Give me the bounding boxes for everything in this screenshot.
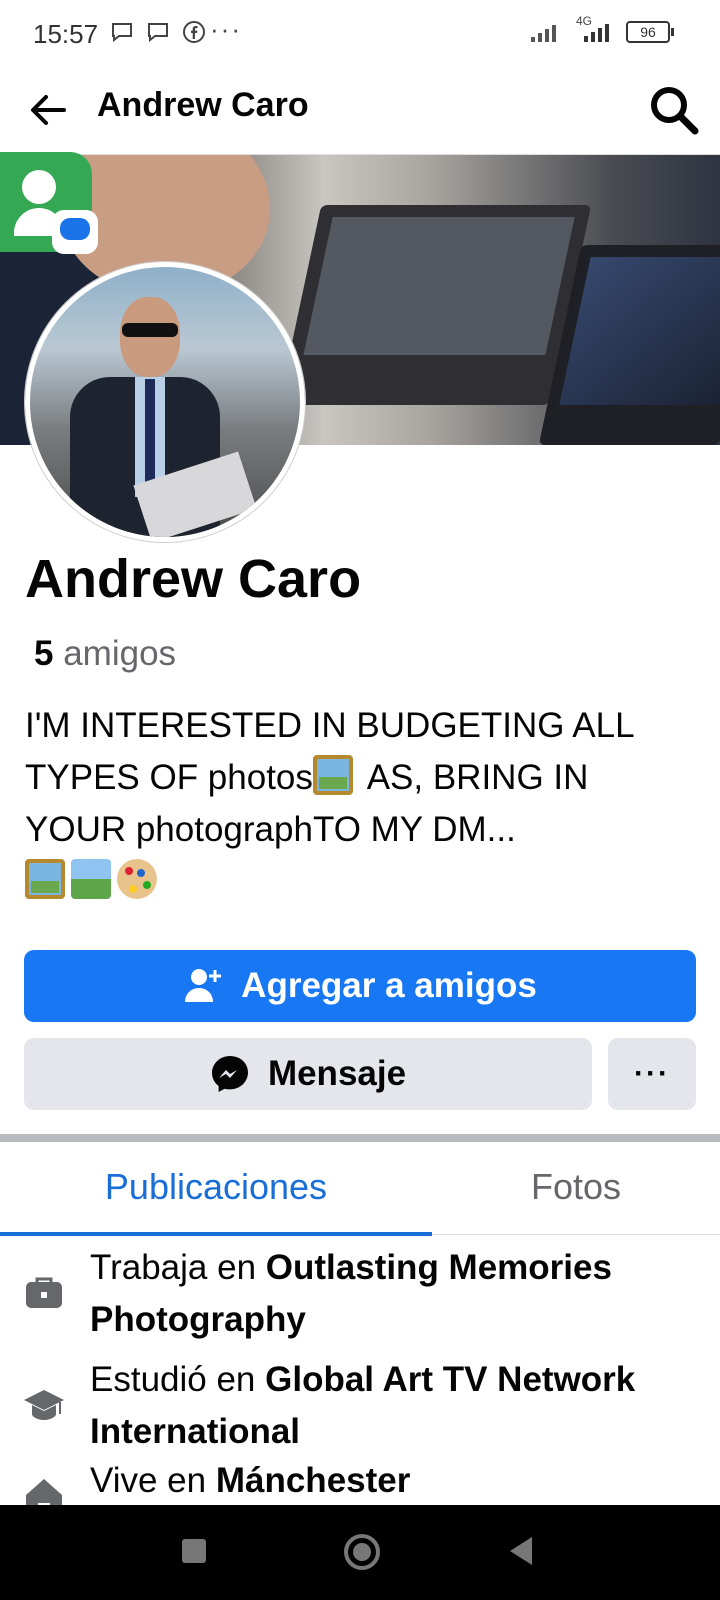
status-time: 15:57 <box>33 19 99 49</box>
graduation-cap-icon <box>24 1390 64 1420</box>
detail-prefix: Vive en <box>90 1465 216 1500</box>
briefcase-icon <box>26 1277 62 1308</box>
friends-label: amigos <box>63 634 177 673</box>
status-bar: 15:57 ··· 4G 96 <box>0 0 720 68</box>
friends-count[interactable]: 5 amigos <box>34 634 176 674</box>
home-icon <box>26 1479 62 1505</box>
notification-icons <box>110 20 206 46</box>
national-park-emoji-icon <box>71 859 111 899</box>
signal-4g-icon: 4G <box>572 14 616 44</box>
top-app-bar: Andrew Caro <box>0 68 720 155</box>
location-link[interactable]: Mánchester <box>216 1465 411 1500</box>
arrow-left-icon[interactable] <box>24 86 72 134</box>
tab-publicaciones[interactable]: Publicaciones <box>0 1166 432 1208</box>
page-title: Andrew Caro <box>97 86 309 124</box>
detail-text: Estudió en Global Art TV Network Interna… <box>90 1354 700 1458</box>
network-type: 4G <box>576 14 593 28</box>
framed-picture-emoji-icon <box>25 859 65 899</box>
facebook-notification-icon <box>183 21 205 43</box>
message-button[interactable]: Mensaje <box>24 1038 592 1110</box>
add-friend-label: Agregar a amigos <box>241 966 537 1005</box>
avatar-face <box>120 297 180 377</box>
battery-icon: 96 <box>626 21 674 43</box>
more-options-button[interactable]: ··· <box>608 1038 696 1110</box>
status-overflow-icon: ··· <box>210 14 242 44</box>
bio-text: TYPES OF photos <box>25 758 313 797</box>
friends-number: 5 <box>34 634 54 673</box>
contact-icon <box>22 170 56 204</box>
bio-line: YOUR photographTO MY DM... <box>25 810 516 849</box>
avatar-tie <box>145 379 155 489</box>
back-nav-icon[interactable] <box>510 1537 532 1565</box>
framed-picture-emoji-icon <box>312 755 353 795</box>
bio-emoji-row <box>25 856 700 908</box>
cover-photo-laptop <box>278 205 592 405</box>
profile-tabs: Publicaciones Fotos <box>0 1142 720 1236</box>
profile-bio: I'M INTERESTED IN BUDGETING ALL TYPES OF… <box>25 700 700 908</box>
home-button-icon[interactable] <box>344 1534 380 1570</box>
detail-prefix: Estudió en <box>90 1360 266 1399</box>
bio-text: AS, BRING IN <box>358 758 589 797</box>
detail-text: Trabaja en Outlasting Memories Photograp… <box>90 1242 700 1346</box>
chat-notification-icon <box>148 23 168 43</box>
detail-location[interactable]: Vive en Mánchester <box>0 1465 720 1505</box>
add-person-icon <box>185 969 222 1002</box>
section-divider <box>0 1134 720 1142</box>
avatar-sunglasses <box>122 323 178 337</box>
profile-avatar[interactable] <box>25 262 305 542</box>
search-icon[interactable] <box>646 82 702 138</box>
messages-chat-head-icon[interactable] <box>0 152 98 254</box>
system-navigation-bar <box>0 1505 720 1600</box>
messenger-icon <box>211 1056 248 1092</box>
message-bubble-icon <box>52 210 98 254</box>
chat-notification-icon <box>112 23 132 43</box>
more-dots-icon: ··· <box>634 1057 670 1090</box>
bio-line: TYPES OF photos AS, BRING IN <box>25 752 700 804</box>
detail-text: Vive en Mánchester <box>90 1465 700 1505</box>
active-tab-indicator <box>0 1232 432 1236</box>
artist-palette-emoji-icon <box>117 859 157 899</box>
profile-name: Andrew Caro <box>25 549 362 609</box>
detail-prefix: Trabaja en <box>90 1248 266 1287</box>
system-icons: 4G 96 <box>530 14 674 44</box>
message-label: Mensaje <box>267 1054 407 1093</box>
add-friend-button[interactable]: Agregar a amigos <box>24 950 696 1022</box>
tab-fotos[interactable]: Fotos <box>432 1166 720 1208</box>
signal-icon <box>531 25 556 42</box>
bio-line: I'M INTERESTED IN BUDGETING ALL <box>25 706 635 745</box>
recents-icon[interactable] <box>182 1539 206 1563</box>
